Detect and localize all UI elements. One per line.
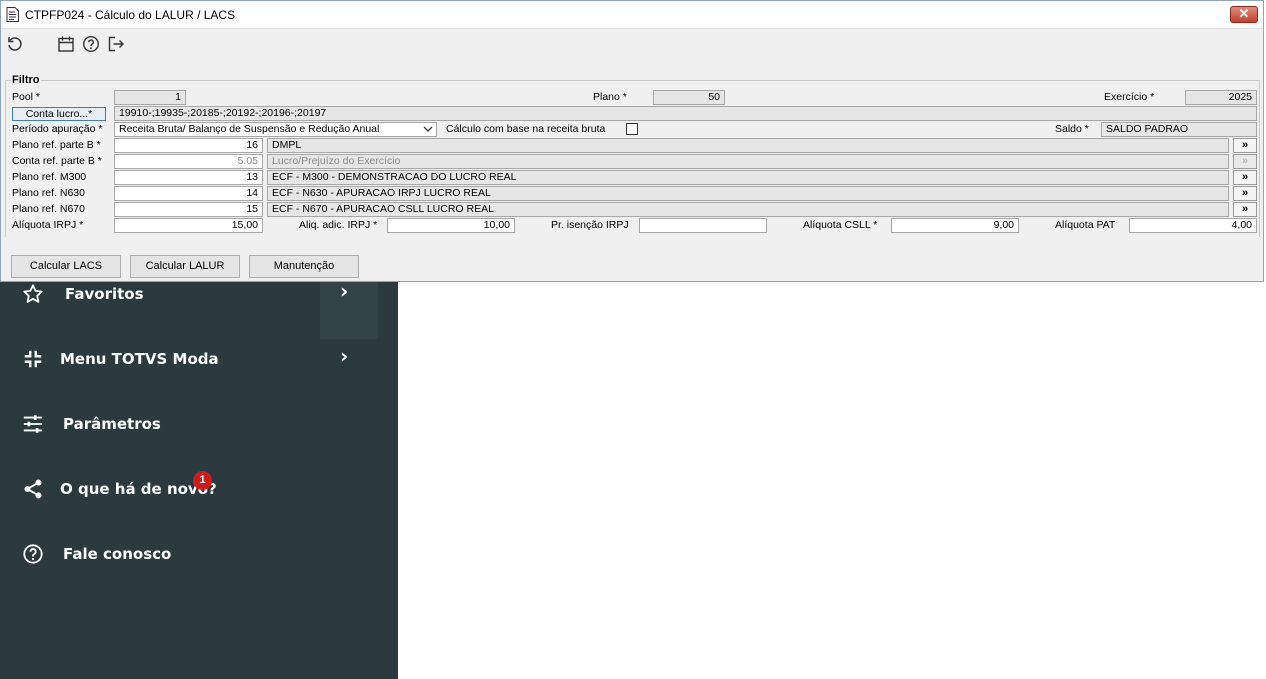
plano-m300-field[interactable]: 13 bbox=[114, 170, 263, 185]
window-title: CTPFP024 - Cálculo do LALUR / LACS bbox=[25, 8, 236, 22]
conta-parte-b-field[interactable]: 5.05 bbox=[114, 154, 263, 169]
sidebar-item-fale-conosco[interactable]: Fale conosco bbox=[0, 535, 398, 575]
pr-isencao-irpj-field[interactable] bbox=[639, 218, 767, 233]
notification-badge: 1 bbox=[193, 471, 212, 490]
share-icon bbox=[24, 479, 42, 499]
plano-field: 50 bbox=[653, 90, 725, 105]
sidebar-item-label: Favoritos bbox=[65, 285, 144, 303]
aliq-adic-irpj-field[interactable]: 10,00 bbox=[387, 218, 515, 233]
question-circle-icon bbox=[23, 544, 43, 564]
aliq-adic-irpj-label: Aliq. adic. IRPJ * bbox=[299, 219, 378, 231]
plano-n630-desc: ECF - N630 - APURACAO IRPJ LUCRO REAL bbox=[267, 186, 1229, 201]
saldo-field: SALDO PADRAO bbox=[1101, 122, 1257, 137]
aliquota-irpj-field[interactable]: 15,00 bbox=[114, 218, 263, 233]
toolbar bbox=[1, 29, 1263, 59]
title-bar[interactable]: CTPFP024 - Cálculo do LALUR / LACS ✕ bbox=[1, 1, 1263, 29]
plano-m300-label: Plano ref. M300 bbox=[12, 171, 87, 183]
manutencao-button[interactable]: Manutenção bbox=[249, 255, 359, 278]
calendar-icon[interactable] bbox=[57, 35, 75, 53]
collapse-icon bbox=[24, 350, 42, 368]
sliders-icon bbox=[23, 415, 43, 433]
plano-n630-field[interactable]: 14 bbox=[114, 186, 263, 201]
plano-n670-field[interactable]: 15 bbox=[114, 202, 263, 217]
star-icon bbox=[23, 284, 43, 303]
exercicio-label: Exercício * bbox=[1104, 91, 1155, 103]
help-icon[interactable] bbox=[82, 35, 100, 53]
exit-icon[interactable] bbox=[107, 35, 125, 53]
calcular-lacs-button[interactable]: Calcular LACS bbox=[11, 255, 121, 278]
pool-label: Pool * bbox=[12, 91, 41, 103]
pr-isencao-irpj-label: Pr. isenção IRPJ bbox=[551, 219, 629, 231]
aliquota-irpj-label: Alíquota IRPJ * bbox=[12, 219, 84, 231]
conta-parte-b-desc: Lucro/Prejuízo do Exercício bbox=[267, 154, 1229, 169]
document-icon bbox=[6, 7, 19, 22]
plano-m300-desc: ECF - M300 - DEMONSTRACAO DO LUCRO REAL bbox=[267, 170, 1229, 185]
filter-legend: Filtro bbox=[11, 74, 41, 86]
refresh-icon[interactable] bbox=[6, 35, 24, 53]
aliquota-pat-label: Alíquota PAT bbox=[1055, 219, 1116, 231]
pool-field: 1 bbox=[114, 90, 186, 105]
saldo-label: Saldo * bbox=[1055, 123, 1089, 135]
plano-n670-desc: ECF - N670 - APURACAO CSLL LUCRO REAL bbox=[267, 202, 1229, 217]
sidebar-item-label: Fale conosco bbox=[63, 545, 172, 563]
sidebar-item-parametros[interactable]: Parâmetros bbox=[0, 405, 398, 445]
conta-lucro-button[interactable]: Conta lucro...* bbox=[12, 107, 106, 121]
chevron-right-icon: › bbox=[340, 344, 349, 368]
plano-m300-lookup-button[interactable]: » bbox=[1233, 170, 1257, 185]
aliquota-csll-field[interactable]: 9,00 bbox=[891, 218, 1019, 233]
plano-n670-lookup-button[interactable]: » bbox=[1233, 202, 1257, 217]
conta-lucro-field: 19910-;19935-;20185-;20192-;20196-;20197 bbox=[114, 106, 1257, 121]
periodo-select[interactable]: Receita Bruta/ Balanço de Suspensão e Re… bbox=[114, 122, 437, 137]
plano-parte-b-field[interactable]: 16 bbox=[114, 138, 263, 153]
plano-parte-b-desc: DMPL bbox=[267, 138, 1229, 153]
aliquota-csll-label: Alíquota CSLL * bbox=[803, 219, 878, 231]
plano-n630-lookup-button[interactable]: » bbox=[1233, 186, 1257, 201]
exercicio-field: 2025 bbox=[1185, 90, 1257, 105]
calculo-receita-checkbox[interactable] bbox=[626, 123, 638, 135]
close-button[interactable]: ✕ bbox=[1230, 6, 1258, 23]
plano-parte-b-lookup-button[interactable]: » bbox=[1233, 138, 1257, 153]
aliquota-pat-field[interactable]: 4,00 bbox=[1129, 218, 1257, 233]
plano-parte-b-label: Plano ref. parte B * bbox=[12, 139, 101, 151]
sidebar-item-label: Parâmetros bbox=[63, 415, 161, 433]
conta-parte-b-label: Conta ref. parte B * bbox=[12, 155, 102, 167]
periodo-label: Período apuração * bbox=[12, 123, 103, 135]
calculo-receita-label: Cálculo com base na receita bruta bbox=[446, 123, 606, 135]
plano-label: Plano * bbox=[593, 91, 627, 103]
plano-n630-label: Plano ref. N630 bbox=[12, 187, 85, 199]
sidebar-item-menu-totvs-moda[interactable]: Menu TOTVS Moda › bbox=[0, 340, 398, 380]
lalur-dialog: CTPFP024 - Cálculo do LALUR / LACS ✕ Fil… bbox=[0, 0, 1264, 282]
sidebar-item-label: Menu TOTVS Moda bbox=[60, 350, 219, 368]
calcular-lalur-button[interactable]: Calcular LALUR bbox=[130, 255, 240, 278]
plano-n670-label: Plano ref. N670 bbox=[12, 203, 85, 215]
chevron-right-icon: › bbox=[340, 279, 349, 303]
conta-parte-b-lookup-button[interactable]: » bbox=[1233, 154, 1257, 169]
chevron-down-icon bbox=[423, 126, 433, 132]
